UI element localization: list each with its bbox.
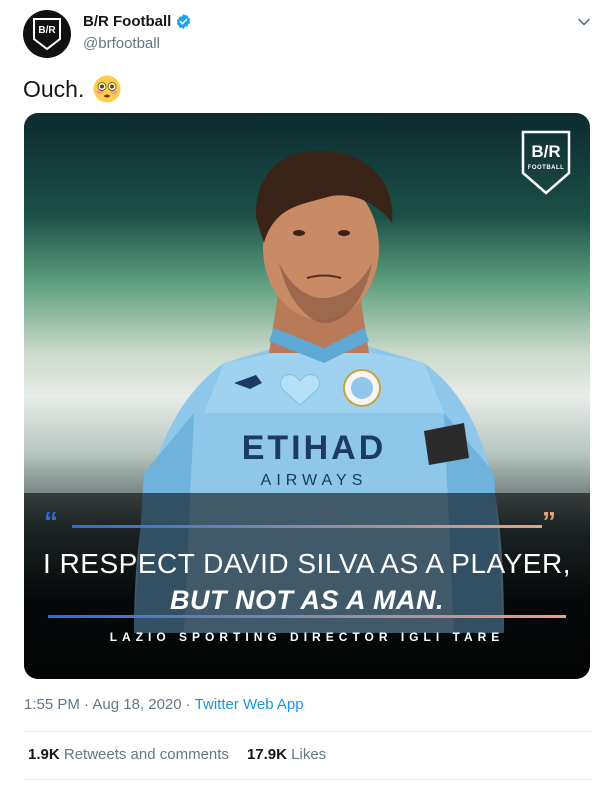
timestamp-text[interactable]: 1:55 PM · Aug 18, 2020 · [24, 696, 195, 713]
account-handle[interactable]: @brfootball [83, 35, 160, 52]
svg-text:B/R: B/R [38, 25, 56, 36]
likes-label: Likes [291, 746, 327, 763]
account-name[interactable]: B/R Football [83, 13, 192, 30]
br-football-logo: B/R FOOTBALL [521, 130, 571, 195]
tweet-timestamp: 1:55 PM · Aug 18, 2020 · Twitter Web App [24, 696, 304, 713]
quote-line-2: BUT NOT AS A MAN. [170, 585, 444, 615]
verified-badge-icon [177, 14, 191, 29]
chevron-down-icon[interactable] [576, 14, 592, 30]
likes-stat[interactable]: 17.9K Likes [247, 746, 326, 763]
likes-count: 17.9K [246, 746, 287, 763]
divider [24, 731, 592, 732]
quote-line-1: I RESPECT DAVID SILVA AS A PLAYER, [43, 548, 571, 579]
retweets-count: 1.9K [28, 746, 60, 763]
source-app-link[interactable]: Twitter Web App [195, 696, 304, 713]
flushed-face-emoji-icon [93, 75, 121, 103]
divider [24, 779, 592, 780]
tweet-text-content: Ouch. [23, 75, 85, 102]
quote-block: I RESPECT DAVID SILVA AS A PLAYER, BUT N… [24, 508, 590, 679]
retweets-stat[interactable]: 1.9K Retweets and comments [28, 746, 229, 763]
account-name-text[interactable]: B/R Football [83, 13, 171, 30]
quote-credit: LAZIO SPORTING DIRECTOR IGLI TARE [109, 630, 505, 644]
tweet-text: Ouch. [23, 74, 122, 104]
avatar[interactable]: B/R [23, 10, 71, 58]
br-avatar-logo: B/R [33, 18, 61, 51]
svg-text:ETIHAD: ETIHAD [242, 429, 387, 467]
svg-text:FOOTBALL: FOOTBALL [528, 165, 565, 171]
tweet-media-image[interactable]: ETIHAD AIRWAYS “ ” B/R FOOTBALL I RESPEC… [24, 113, 590, 679]
retweets-label: Retweets and comments [63, 746, 229, 763]
svg-text:B/R: B/R [531, 142, 560, 161]
tweet-stats: 1.9K Retweets and comments 17.9K Likes [28, 746, 326, 763]
svg-text:AIRWAYS: AIRWAYS [261, 472, 368, 489]
